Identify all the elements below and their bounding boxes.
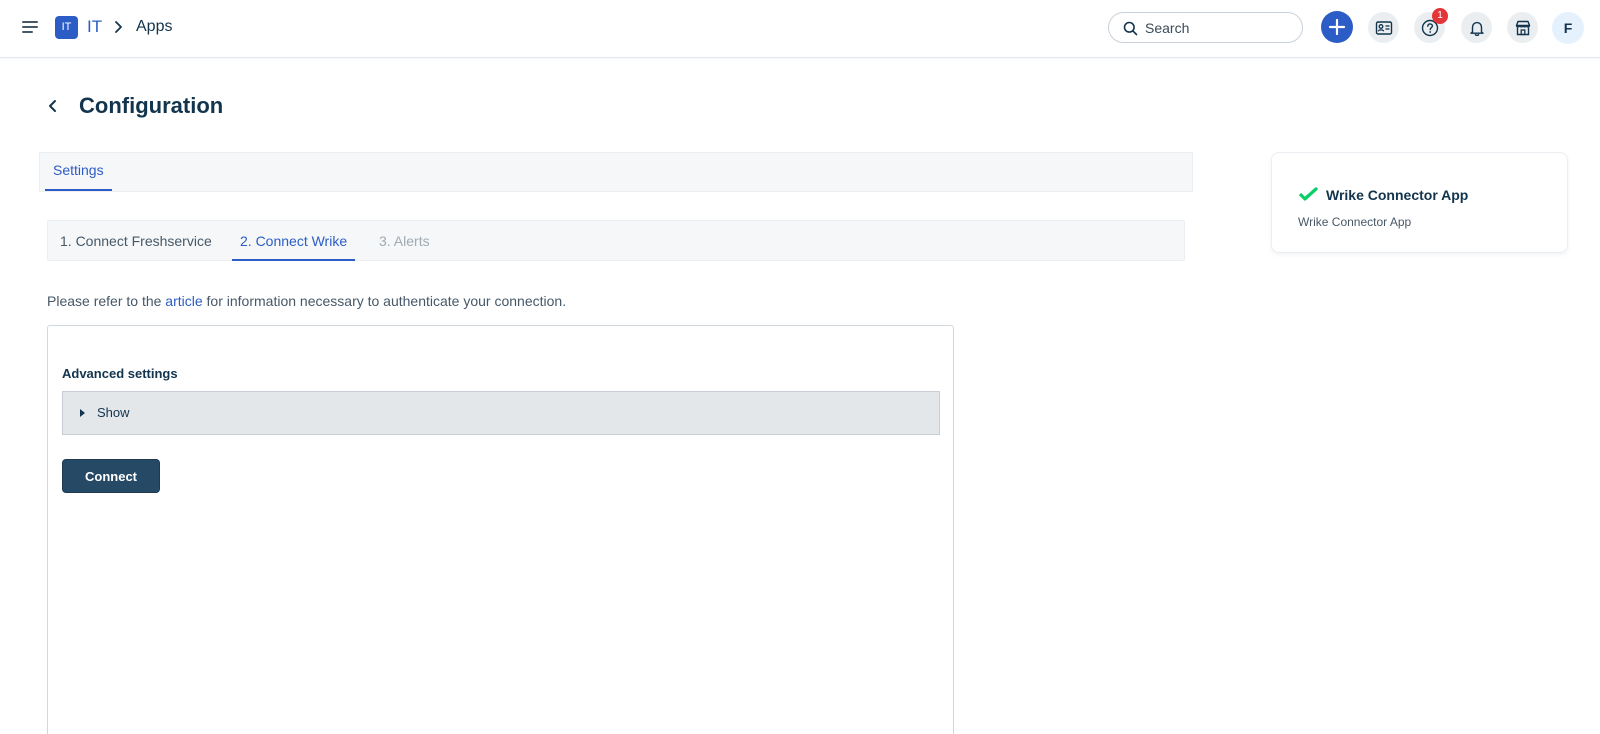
store-icon [1515, 20, 1531, 36]
auth-info-text: Please refer to the article for informat… [47, 293, 566, 309]
advanced-settings-toggle[interactable]: Show [62, 391, 940, 435]
notifications-button[interactable] [1461, 12, 1492, 43]
help-count-badge: 1 [1432, 8, 1448, 24]
app-name: Wrike Connector App [1326, 187, 1469, 203]
step-connect-freshservice[interactable]: 1. Connect Freshservice [60, 221, 212, 261]
app-info-card: Wrike Connector App Wrike Connector App [1271, 152, 1568, 253]
tab-settings[interactable]: Settings [45, 153, 112, 191]
add-new-button[interactable] [1321, 11, 1353, 43]
plus-icon [1328, 18, 1346, 36]
chevron-left-icon[interactable] [46, 98, 60, 114]
chevron-right-icon [115, 21, 122, 33]
connect-button[interactable]: Connect [62, 459, 160, 493]
app-subtitle: Wrike Connector App [1298, 215, 1412, 229]
workspace-badge[interactable]: IT [55, 16, 78, 39]
top-navigation-bar: IT IT Apps 1 F [0, 0, 1600, 58]
wrike-check-icon [1298, 187, 1318, 201]
bell-icon [1470, 21, 1484, 37]
hamburger-icon[interactable] [22, 18, 40, 36]
page-title: Configuration [79, 93, 224, 118]
configuration-steps: 1. Connect Freshservice 2. Connect Wrike… [47, 220, 1185, 261]
caret-right-icon [80, 409, 85, 417]
advanced-settings-label: Advanced settings [62, 366, 178, 381]
info-text-before: Please refer to the [47, 293, 166, 309]
connection-form: Advanced settings Show Connect [47, 325, 954, 734]
service-catalog-button[interactable] [1368, 12, 1399, 43]
search-input[interactable] [1145, 18, 1295, 38]
step-alerts: 3. Alerts [379, 233, 430, 249]
info-text-after: for information necessary to authenticat… [202, 293, 567, 309]
search-icon [1123, 21, 1138, 36]
breadcrumb-workspace-link[interactable]: IT [87, 17, 102, 37]
marketplace-button[interactable] [1507, 12, 1538, 43]
settings-tab-bar: Settings [39, 152, 1193, 192]
breadcrumb-current-page: Apps [136, 18, 173, 35]
article-link[interactable]: article [165, 293, 202, 309]
accordion-label: Show [97, 405, 130, 420]
step-connect-wrike[interactable]: 2. Connect Wrike [232, 221, 356, 261]
user-avatar[interactable]: F [1552, 12, 1584, 44]
global-search[interactable] [1108, 12, 1303, 43]
id-card-icon [1375, 21, 1393, 35]
